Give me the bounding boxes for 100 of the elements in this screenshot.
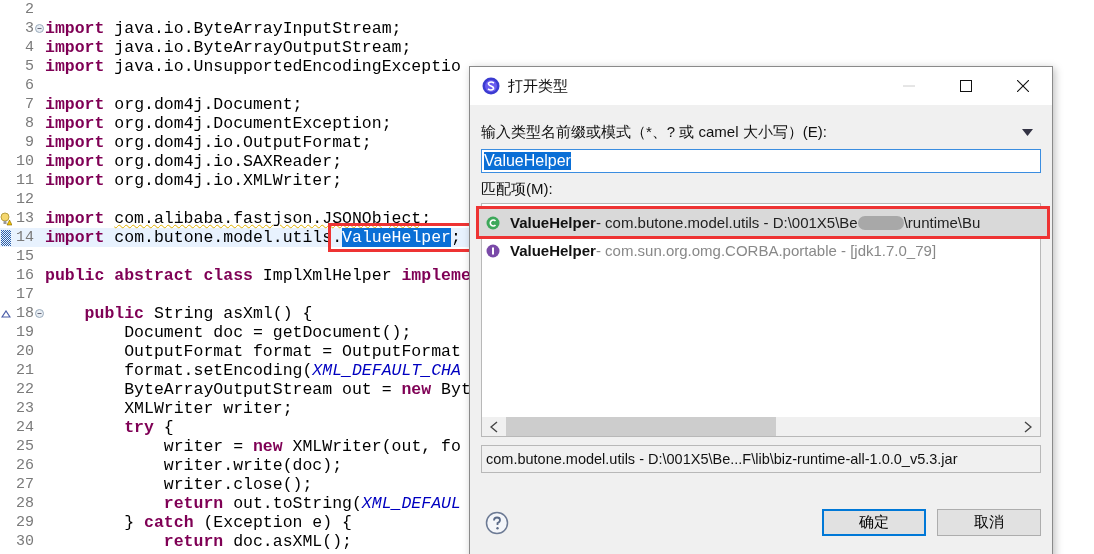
code-text: XML_DEFAUL xyxy=(361,494,461,513)
code-text: doc.asXML(); xyxy=(232,532,352,551)
keyword: return xyxy=(162,494,224,513)
line-number: 8 xyxy=(24,114,34,133)
code-text: java.io.ByteArrayInputStream; xyxy=(113,19,402,38)
help-icon[interactable] xyxy=(485,510,509,535)
line-number: 18 xyxy=(15,304,34,323)
fold-collapse-icon[interactable] xyxy=(35,309,44,318)
code-text: Document doc = getDocument(); xyxy=(123,323,412,342)
code-text: OutputFormat format = OutputFormat xyxy=(123,342,461,361)
maximize-icon[interactable] xyxy=(960,80,972,92)
close-icon[interactable] xyxy=(1017,80,1029,92)
code-text: org.dom4j.io.OutputFormat; xyxy=(113,133,372,152)
keyword: return xyxy=(162,532,224,551)
code-text: writer = xyxy=(162,437,245,456)
keyword: new xyxy=(401,380,432,399)
code-text: java.io.UnsupportedEncodingExceptio xyxy=(113,57,461,76)
line-number: 24 xyxy=(15,418,34,437)
keyword: import xyxy=(45,133,105,152)
keyword: import xyxy=(45,19,105,38)
override-triangle-icon xyxy=(1,309,11,318)
keyword: import xyxy=(45,57,105,76)
keyword: catch xyxy=(144,513,194,532)
code-text: XMLWriter(out, fo xyxy=(291,437,461,456)
line-number: 19 xyxy=(15,323,34,342)
keyword: import xyxy=(45,228,105,247)
line-number: 23 xyxy=(15,399,34,418)
line-number: 11 xyxy=(15,171,34,190)
dialog-title: 打开类型 xyxy=(508,76,568,96)
class-icon xyxy=(486,215,500,230)
keyword: import xyxy=(45,38,105,57)
keyword: import xyxy=(45,209,106,228)
code-text: org.dom4j.Document; xyxy=(113,95,303,114)
dropdown-caret-icon[interactable] xyxy=(1022,129,1033,136)
line-number: 26 xyxy=(15,456,34,475)
keyword: import xyxy=(45,114,105,133)
code-text: com.alibaba.fastjson.JSONObject xyxy=(114,209,422,228)
line-number: 30 xyxy=(15,532,34,551)
line-number: 7 xyxy=(24,95,34,114)
code-text: ImplXmlHelper xyxy=(261,266,393,285)
keyword: public abstract class xyxy=(45,266,253,285)
code-text: format.setEncoding( xyxy=(123,361,313,380)
code-text: (Exception e) { xyxy=(202,513,352,532)
code-text: { xyxy=(162,418,174,437)
code-text: org.dom4j.io.SAXReader; xyxy=(113,152,343,171)
code-text: out.toString( xyxy=(232,494,362,513)
code-text: XMLWriter writer; xyxy=(123,399,293,418)
code-text: ByteArrayOutputStream out = xyxy=(123,380,393,399)
keyword: impleme xyxy=(401,266,471,285)
line-number: 14 xyxy=(15,228,34,247)
line-number: 5 xyxy=(24,57,34,76)
scroll-right-icon[interactable] xyxy=(1024,420,1032,433)
horizontal-scrollbar[interactable] xyxy=(482,417,1040,436)
app-logo-icon xyxy=(482,77,500,95)
match-item[interactable]: ValueHelper- com.butone.model.utils - D:\001X5\Be \runtime\Bu xyxy=(476,206,1050,239)
keyword: import xyxy=(45,95,105,114)
code-text: org.dom4j.DocumentException; xyxy=(113,114,392,133)
change-marker-icon xyxy=(1,229,11,246)
matches-label: 匹配项(M): xyxy=(481,180,554,199)
pattern-label: 输入类型名前缀或模式（*、? 或 camel 大小写）(E): xyxy=(481,123,827,142)
line-number: 21 xyxy=(15,361,34,380)
line-number: 4 xyxy=(24,38,34,57)
code-text: XML_DEFAULT_CHA xyxy=(312,361,461,380)
line-number: 22 xyxy=(15,380,34,399)
line-number: 3 xyxy=(24,19,34,38)
code-text: Byt xyxy=(440,380,471,399)
code-text: . xyxy=(332,228,343,247)
keyword: import xyxy=(45,152,105,171)
warning-bulb-icon xyxy=(0,211,12,226)
code-text: com.butone.model.utils xyxy=(113,228,333,247)
line-number: 25 xyxy=(15,437,34,456)
cancel-button[interactable]: 取消 xyxy=(937,509,1041,536)
scroll-left-icon[interactable] xyxy=(490,420,498,433)
line-number: 6 xyxy=(24,76,34,95)
code-text: org.dom4j.io.XMLWriter; xyxy=(113,171,343,190)
line-number: 27 xyxy=(15,475,34,494)
fold-collapse-icon[interactable] xyxy=(35,24,44,33)
match-item[interactable]: ValueHelper- com.sun.org.omg.CORBA.portable - [jdk1.7.0_79] xyxy=(482,239,1040,262)
interface-icon xyxy=(486,243,500,258)
code-text: writer.close(); xyxy=(162,475,313,494)
code-text: String asXml() { xyxy=(152,304,313,323)
line-number: 9 xyxy=(24,133,34,152)
line-number: 10 xyxy=(15,152,34,171)
ok-button[interactable]: 确定 xyxy=(822,509,926,536)
line-number: 2 xyxy=(24,0,34,19)
keyword: public xyxy=(83,304,145,323)
code-text: ; xyxy=(451,228,461,247)
keyword: import xyxy=(45,171,105,190)
code-text: writer.write(doc); xyxy=(162,456,343,475)
line-number: 17 xyxy=(15,285,34,304)
selected-code-text: ValueHelper xyxy=(342,228,451,247)
line-number: 16 xyxy=(15,266,34,285)
code-text: java.io.ByteArrayOutputStream; xyxy=(113,38,412,57)
pattern-input-field[interactable]: ValueHelper xyxy=(481,149,1041,173)
line-number: 13 xyxy=(15,209,34,228)
code-text: } xyxy=(123,513,136,532)
details-field: com.butone.model.utils - D:\001X5\Be...F\lib\biz-runtime-all-1.0.0_v5.3.jar xyxy=(481,445,1041,473)
keyword: new xyxy=(252,437,283,456)
line-number: 12 xyxy=(15,190,34,209)
line-number: 20 xyxy=(15,342,34,361)
